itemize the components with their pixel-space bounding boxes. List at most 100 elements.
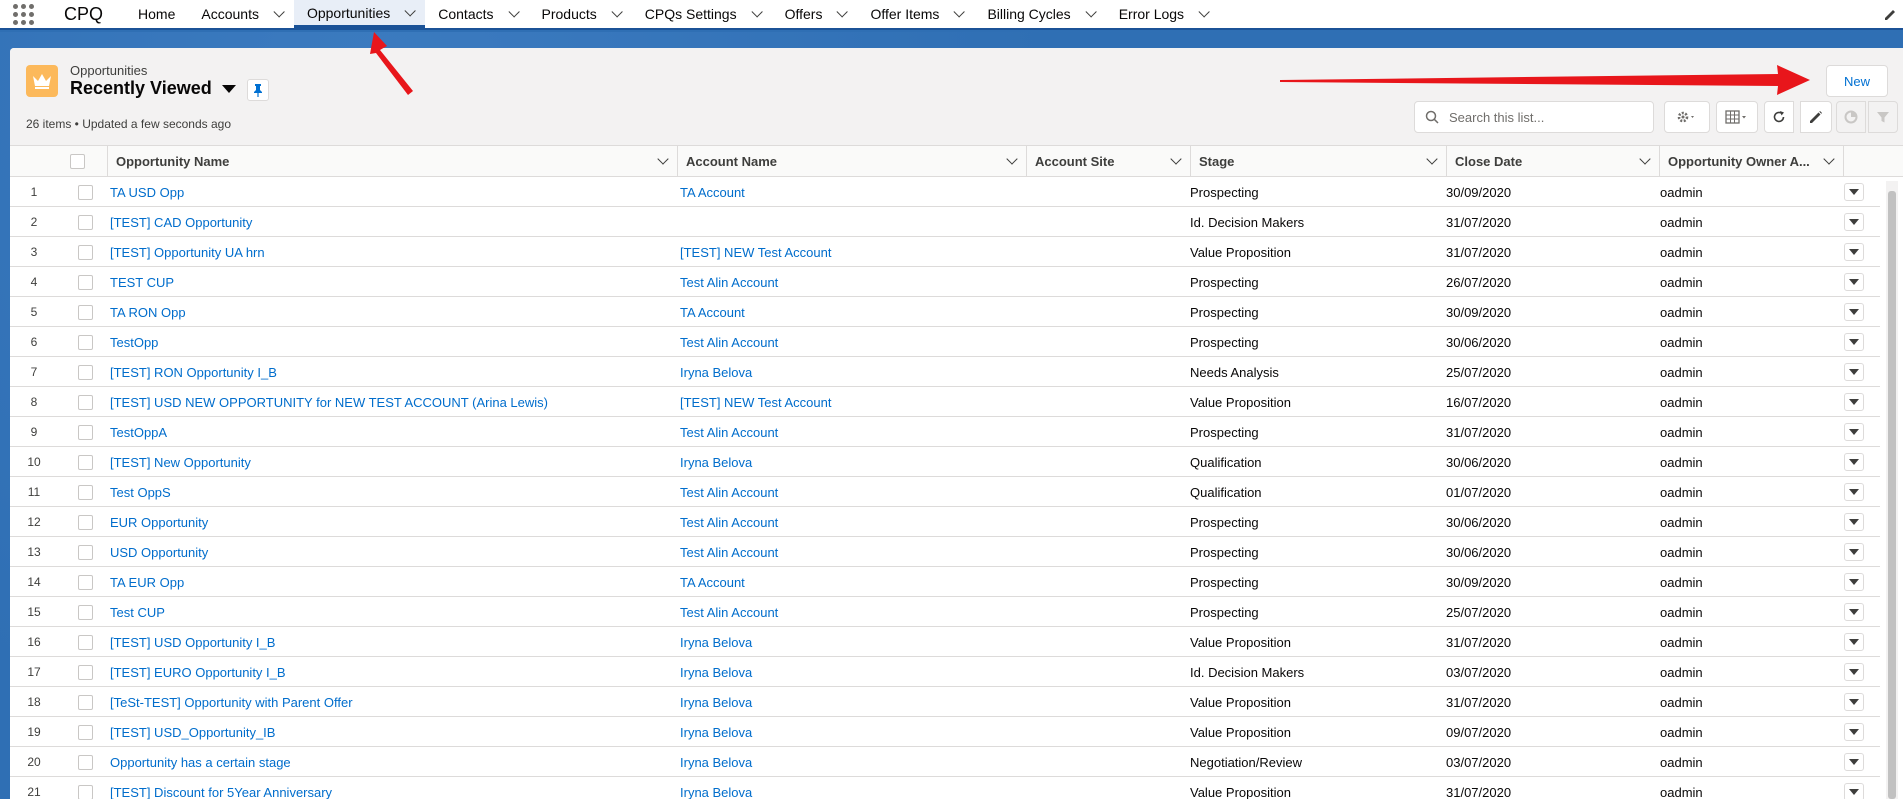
chevron-down-icon[interactable] <box>657 153 669 165</box>
row-checkbox[interactable] <box>78 364 93 380</box>
row-checkbox[interactable] <box>78 544 93 560</box>
row-checkbox[interactable] <box>78 484 93 500</box>
scrollbar-thumb[interactable] <box>1888 191 1896 799</box>
row-checkbox[interactable] <box>78 274 93 290</box>
row-action-icon[interactable] <box>1844 393 1864 411</box>
opportunity-name-link[interactable]: [TEST] USD_Opportunity_IB <box>110 717 670 747</box>
account-name-link[interactable]: Test Alin Account <box>680 267 1020 297</box>
row-checkbox[interactable] <box>78 514 93 530</box>
nav-item-error-logs[interactable]: Error Logs <box>1106 0 1219 28</box>
row-checkbox[interactable] <box>78 634 93 650</box>
row-checkbox[interactable] <box>78 184 93 200</box>
row-action-icon[interactable] <box>1844 753 1864 771</box>
row-action-icon[interactable] <box>1844 243 1864 261</box>
opportunity-name-link[interactable]: TestOppA <box>110 417 670 447</box>
row-action-icon[interactable] <box>1844 363 1864 381</box>
account-name-link[interactable]: Test Alin Account <box>680 327 1020 357</box>
row-checkbox[interactable] <box>78 694 93 710</box>
account-name-link[interactable]: Iryna Belova <box>680 357 1020 387</box>
row-action-icon[interactable] <box>1844 423 1864 441</box>
chevron-down-icon[interactable] <box>273 6 285 18</box>
column-header-account-name[interactable]: Account Name <box>678 146 1027 177</box>
opportunity-name-link[interactable]: [TEST] USD NEW OPPORTUNITY for NEW TEST … <box>110 387 670 417</box>
chevron-down-icon[interactable] <box>1426 153 1438 165</box>
row-checkbox[interactable] <box>78 454 93 470</box>
account-name-link[interactable]: [TEST] NEW Test Account <box>680 387 1020 417</box>
account-name-link[interactable]: Iryna Belova <box>680 657 1020 687</box>
account-name-link[interactable]: Iryna Belova <box>680 777 1020 799</box>
app-launcher-button[interactable] <box>0 0 46 28</box>
account-name-link[interactable]: TA Account <box>680 177 1020 207</box>
row-checkbox[interactable] <box>78 724 93 740</box>
opportunity-name-link[interactable]: [TEST] Opportunity UA hrn <box>110 237 670 267</box>
chevron-down-icon[interactable] <box>1198 6 1210 18</box>
opportunity-name-link[interactable]: Test OppS <box>110 477 670 507</box>
column-header-stage[interactable]: Stage <box>1191 146 1447 177</box>
chevron-down-icon[interactable] <box>1639 153 1651 165</box>
chevron-down-icon[interactable] <box>1085 6 1097 18</box>
opportunity-name-link[interactable]: TestOpp <box>110 327 670 357</box>
list-settings-button[interactable] <box>1664 101 1710 133</box>
opportunity-name-link[interactable]: TA EUR Opp <box>110 567 670 597</box>
chevron-down-icon[interactable] <box>1823 153 1835 165</box>
opportunity-name-link[interactable]: [TEST] RON Opportunity I_B <box>110 357 670 387</box>
opportunity-name-link[interactable]: Test CUP <box>110 597 670 627</box>
row-action-icon[interactable] <box>1844 723 1864 741</box>
opportunity-name-link[interactable]: EUR Opportunity <box>110 507 670 537</box>
nav-item-contacts[interactable]: Contacts <box>425 0 528 28</box>
nav-item-billing-cycles[interactable]: Billing Cycles <box>974 0 1105 28</box>
nav-item-cpqs-settings[interactable]: CPQs Settings <box>632 0 772 28</box>
row-checkbox[interactable] <box>78 754 93 770</box>
opportunity-name-link[interactable]: [TEST] New Opportunity <box>110 447 670 477</box>
row-checkbox[interactable] <box>78 664 93 680</box>
row-action-icon[interactable] <box>1844 783 1864 799</box>
refresh-button[interactable] <box>1764 101 1794 133</box>
row-action-icon[interactable] <box>1844 483 1864 501</box>
nav-item-offers[interactable]: Offers <box>772 0 858 28</box>
row-action-icon[interactable] <box>1844 333 1864 351</box>
account-name-link[interactable]: Iryna Belova <box>680 687 1020 717</box>
row-action-icon[interactable] <box>1844 273 1864 291</box>
new-button[interactable]: New <box>1826 65 1888 97</box>
account-name-link[interactable]: Test Alin Account <box>680 507 1020 537</box>
search-input[interactable] <box>1449 109 1639 125</box>
row-action-icon[interactable] <box>1844 303 1864 321</box>
row-checkbox[interactable] <box>78 784 93 799</box>
row-checkbox[interactable] <box>78 214 93 230</box>
account-name-link[interactable]: [TEST] NEW Test Account <box>680 237 1020 267</box>
chevron-down-icon[interactable] <box>1170 153 1182 165</box>
row-checkbox[interactable] <box>78 394 93 410</box>
account-name-link[interactable]: Test Alin Account <box>680 477 1020 507</box>
account-name-link[interactable]: Iryna Belova <box>680 747 1020 777</box>
chevron-down-icon[interactable] <box>953 6 966 18</box>
row-action-icon[interactable] <box>1844 453 1864 471</box>
row-action-icon[interactable] <box>1844 633 1864 651</box>
opportunity-name-link[interactable]: [TEST] EURO Opportunity I_B <box>110 657 670 687</box>
opportunity-name-link[interactable]: Opportunity has a certain stage <box>110 747 670 777</box>
account-name-link[interactable]: Test Alin Account <box>680 597 1020 627</box>
row-action-icon[interactable] <box>1844 573 1864 591</box>
account-name-link[interactable]: Iryna Belova <box>680 627 1020 657</box>
account-name-link[interactable]: Iryna Belova <box>680 717 1020 747</box>
charts-button[interactable] <box>1836 101 1866 133</box>
nav-item-offer-items[interactable]: Offer Items <box>857 0 974 28</box>
row-checkbox[interactable] <box>78 574 93 590</box>
account-name-link[interactable]: Test Alin Account <box>680 537 1020 567</box>
chevron-down-icon[interactable] <box>611 6 623 18</box>
opportunity-name-link[interactable]: [TEST] USD Opportunity I_B <box>110 627 670 657</box>
row-action-icon[interactable] <box>1844 663 1864 681</box>
opportunity-name-link[interactable]: USD Opportunity <box>110 537 670 567</box>
column-header-account-site[interactable]: Account Site <box>1027 146 1191 177</box>
row-action-icon[interactable] <box>1844 183 1864 201</box>
account-name-link[interactable]: Test Alin Account <box>680 417 1020 447</box>
select-all-checkbox[interactable] <box>70 154 85 169</box>
pin-button[interactable] <box>247 79 269 101</box>
column-header-opportunity-name[interactable]: Opportunity Name <box>108 146 678 177</box>
row-action-icon[interactable] <box>1844 213 1864 231</box>
opportunity-name-link[interactable]: [TeSt-TEST] Opportunity with Parent Offe… <box>110 687 670 717</box>
opportunity-name-link[interactable]: [TEST] Discount for 5Year Anniversary <box>110 777 670 799</box>
chevron-down-icon[interactable] <box>1006 153 1018 165</box>
inline-edit-button[interactable] <box>1800 101 1832 133</box>
opportunity-name-link[interactable]: [TEST] CAD Opportunity <box>110 207 670 237</box>
row-action-icon[interactable] <box>1844 543 1864 561</box>
